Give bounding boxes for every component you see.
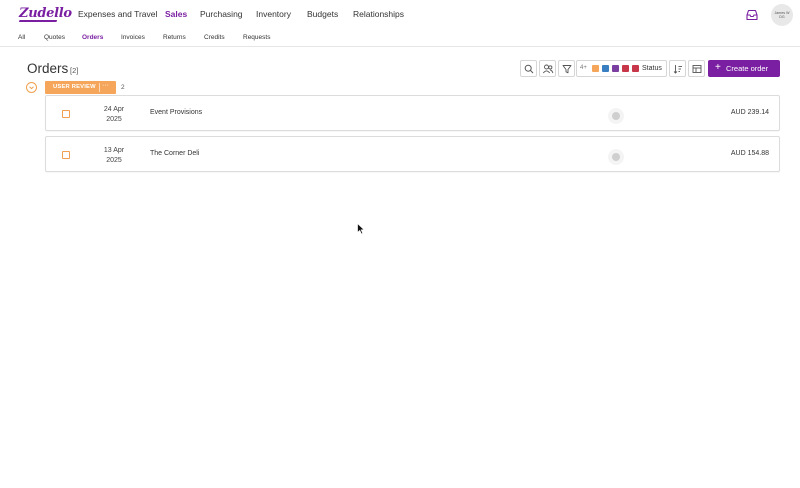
order-date: 13 Apr 2025 bbox=[100, 146, 128, 166]
group-label: USER REVIEW bbox=[53, 84, 96, 90]
order-date-year: 2025 bbox=[106, 157, 122, 164]
tab-requests[interactable]: Requests bbox=[243, 34, 270, 41]
filter-button[interactable] bbox=[558, 60, 575, 77]
user-placeholder-icon bbox=[612, 153, 620, 161]
create-order-label: Create order bbox=[726, 64, 769, 73]
tab-quotes[interactable]: Quotes bbox=[44, 34, 65, 41]
status-group-badge[interactable]: USER REVIEW ··· bbox=[45, 81, 116, 94]
create-order-button[interactable]: + Create order bbox=[708, 60, 780, 77]
search-button[interactable] bbox=[520, 60, 537, 77]
nav-inventory[interactable]: Inventory bbox=[256, 9, 291, 19]
more-icon[interactable]: ··· bbox=[102, 82, 109, 89]
order-row[interactable]: 13 Apr 2025 The Corner Deli AUD 154.88 bbox=[45, 136, 780, 172]
order-date-year: 2025 bbox=[106, 116, 122, 123]
filter-icon bbox=[562, 64, 571, 73]
tab-credits[interactable]: Credits bbox=[204, 34, 225, 41]
nav-expenses-and-travel[interactable]: Expenses and Travel bbox=[78, 9, 157, 19]
layout-button[interactable] bbox=[688, 60, 705, 77]
order-customer: Event Provisions bbox=[150, 109, 203, 116]
order-amount: AUD 239.14 bbox=[730, 109, 769, 116]
nav-relationships[interactable]: Relationships bbox=[353, 9, 404, 19]
order-customer: The Corner Deli bbox=[150, 150, 200, 157]
chevron-down-icon bbox=[29, 86, 34, 90]
order-date-day: 13 Apr bbox=[103, 147, 125, 154]
mouse-cursor-icon bbox=[357, 223, 365, 235]
assignee-avatar[interactable] bbox=[608, 108, 624, 124]
status-swatch-red bbox=[622, 65, 629, 72]
row-checkbox[interactable] bbox=[62, 110, 70, 118]
assignees-button[interactable] bbox=[539, 60, 556, 77]
status-filter[interactable]: 4+ Status bbox=[576, 60, 667, 77]
sub-navigation: All Quotes Orders Invoices Returns Credi… bbox=[0, 30, 800, 47]
tab-invoices[interactable]: Invoices bbox=[121, 34, 145, 41]
assignee-avatar[interactable] bbox=[608, 149, 624, 165]
plus-icon: + bbox=[715, 62, 721, 73]
status-swatch-crimson bbox=[632, 65, 639, 72]
page-count: [2] bbox=[70, 66, 79, 75]
tab-all[interactable]: All bbox=[18, 34, 25, 41]
tab-orders[interactable]: Orders bbox=[82, 34, 103, 41]
order-date: 24 Apr 2025 bbox=[100, 105, 128, 125]
avatar-org: DG bbox=[779, 15, 785, 19]
layout-icon bbox=[692, 64, 701, 73]
user-placeholder-icon bbox=[612, 112, 620, 120]
status-swatch-orange bbox=[592, 65, 599, 72]
nav-budgets[interactable]: Budgets bbox=[307, 9, 338, 19]
order-date-day: 24 Apr bbox=[103, 106, 125, 113]
search-icon bbox=[524, 64, 533, 73]
nav-purchasing[interactable]: Purchasing bbox=[200, 9, 243, 19]
group-collapse-toggle[interactable] bbox=[26, 82, 37, 93]
status-swatch-purple bbox=[612, 65, 619, 72]
top-navigation: Zudello Expenses and Travel Sales Purcha… bbox=[0, 0, 800, 30]
sort-icon bbox=[673, 64, 682, 74]
inbox-icon[interactable] bbox=[745, 8, 759, 22]
order-row[interactable]: 24 Apr 2025 Event Provisions AUD 239.14 bbox=[45, 95, 780, 131]
logo-underline bbox=[18, 20, 58, 22]
sort-button[interactable] bbox=[669, 60, 686, 77]
row-checkbox[interactable] bbox=[62, 151, 70, 159]
users-icon bbox=[542, 64, 553, 73]
logo-text: Zudello bbox=[19, 6, 72, 21]
page-title: Orders bbox=[27, 61, 69, 76]
status-count: 4+ bbox=[580, 65, 587, 71]
group-badge-divider bbox=[99, 83, 100, 92]
zudello-logo[interactable]: Zudello bbox=[18, 6, 72, 22]
user-avatar[interactable]: James W DG bbox=[771, 4, 793, 26]
nav-sales[interactable]: Sales bbox=[165, 9, 187, 19]
tab-returns[interactable]: Returns bbox=[163, 34, 186, 41]
status-label: Status bbox=[642, 65, 662, 72]
order-amount: AUD 154.88 bbox=[730, 150, 769, 157]
group-count: 2 bbox=[121, 84, 125, 91]
status-swatch-blue bbox=[602, 65, 609, 72]
